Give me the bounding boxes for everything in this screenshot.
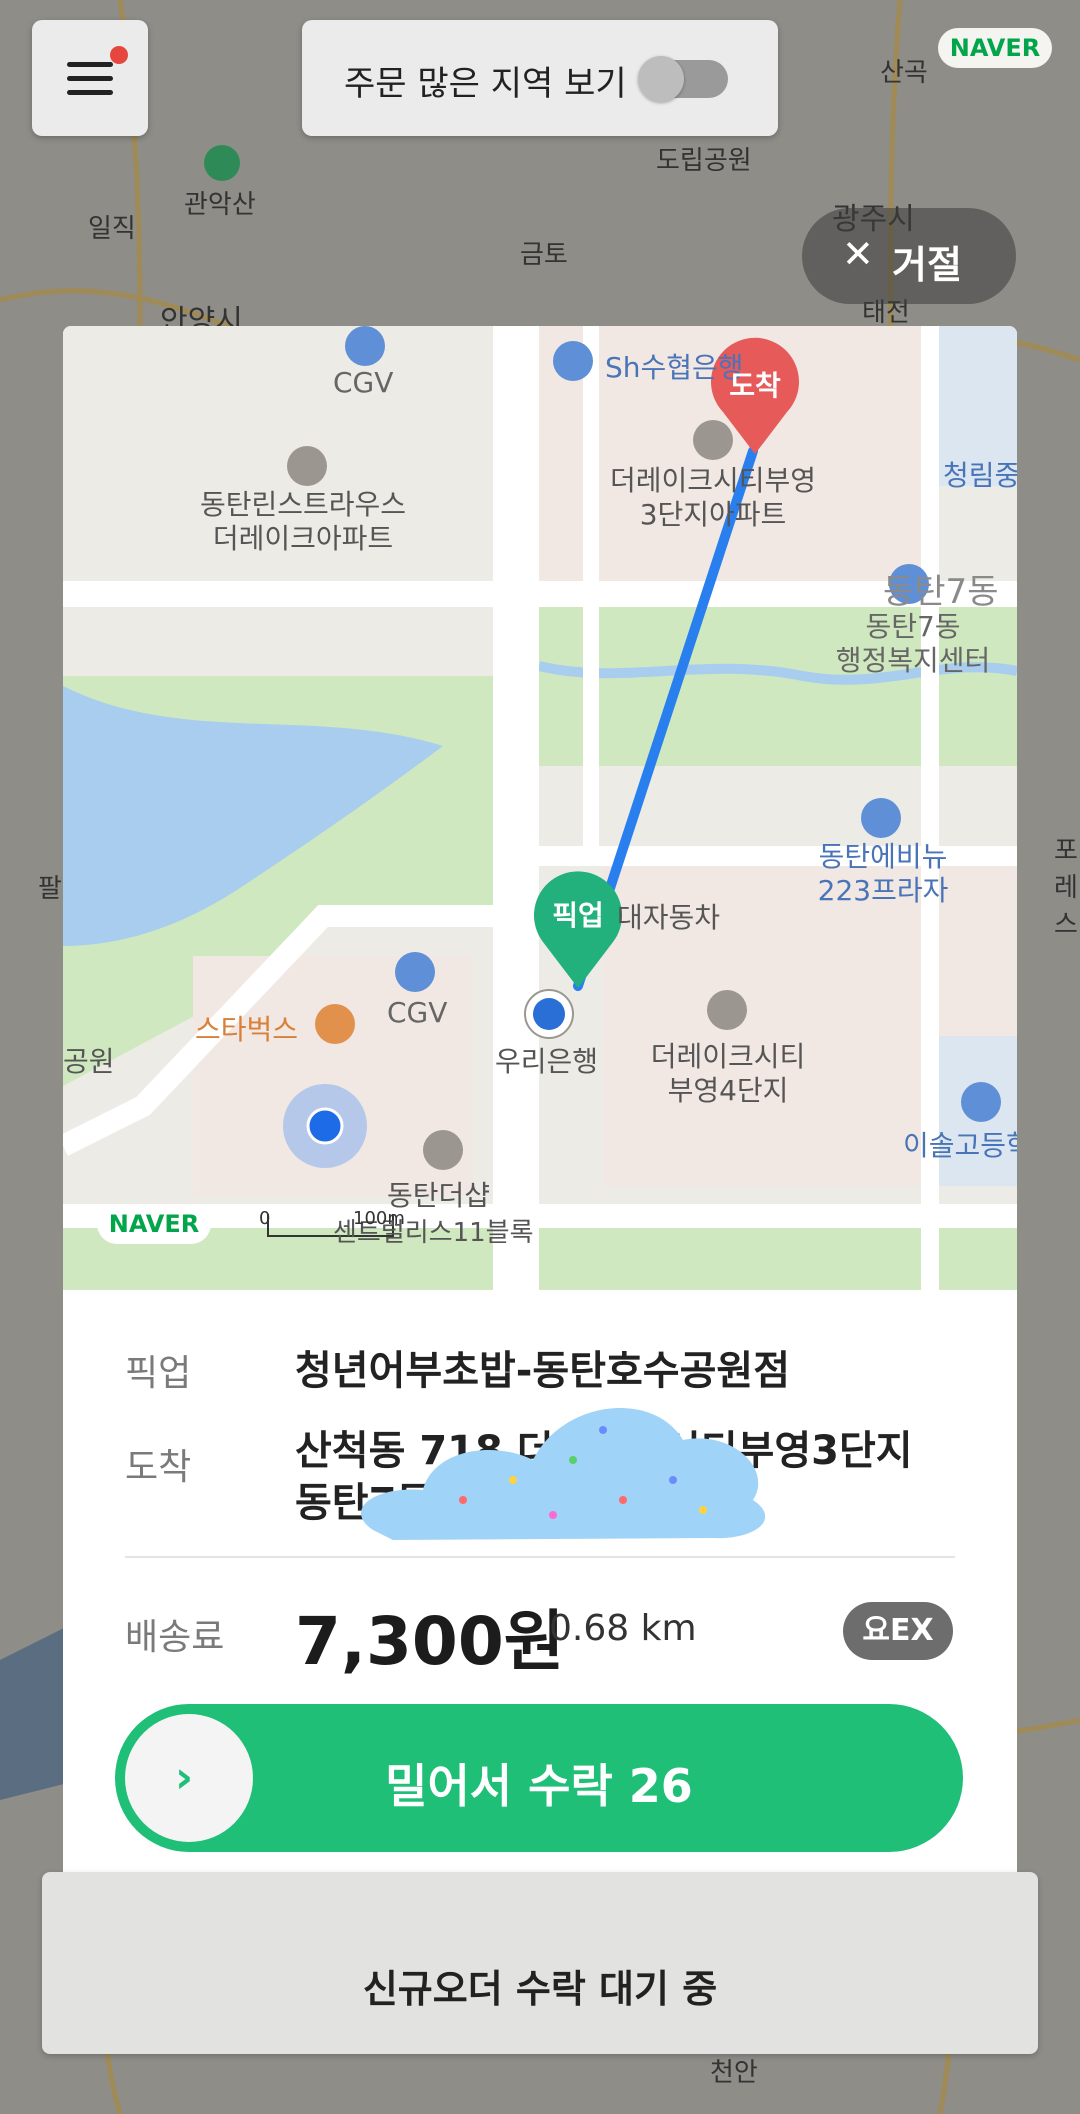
poi-cgv-top[interactable]: CGV — [333, 366, 393, 399]
waiting-status-label: 신규오더 수락 대기 중 — [362, 1967, 718, 2011]
menu-button[interactable] — [32, 20, 148, 136]
details-divider — [125, 1556, 955, 1558]
map-label-gwanaksan: 관악산 — [184, 190, 256, 220]
scale-zero: 0 — [259, 1208, 271, 1229]
poi-school[interactable]: 이솔고등학 — [903, 1124, 1017, 1164]
reject-button[interactable]: ✕ 거절 — [802, 208, 1016, 304]
poi-avenue[interactable]: 동탄에비뉴 223프라자 — [783, 840, 983, 908]
naver-logo: NAVER — [938, 28, 1052, 68]
poi-cheongnim[interactable]: 청림중 — [943, 454, 1017, 494]
route-map-canvas — [63, 326, 1017, 1290]
scale-label: 100m — [353, 1208, 405, 1229]
notification-dot — [110, 46, 128, 64]
poi-woori-bank[interactable]: 우리은행 — [495, 1040, 598, 1080]
poi-apt-3[interactable]: 더레이크시티부영 3단지아파트 — [593, 464, 833, 532]
switch-knob — [638, 56, 684, 102]
poi-apt-4[interactable]: 더레이크시티 부영4단지 — [633, 1040, 823, 1108]
distance-value: 0.68 km — [549, 1608, 697, 1649]
busy-area-label: 주문 많은 지역 보기 — [344, 64, 627, 104]
map-label-geumto: 금토 — [520, 240, 568, 270]
map-label-pal: 팔 — [38, 874, 62, 904]
pickup-value: 청년어부초밥-동탄호수공원점 — [295, 1348, 791, 1394]
poi-cgv-bottom[interactable]: CGV — [387, 996, 447, 1029]
close-icon: ✕ — [842, 232, 874, 276]
accept-slider[interactable]: › 밀어서 수락 26 — [115, 1704, 963, 1852]
pickup-label: 픽업 — [125, 1353, 192, 1394]
pickup-pin[interactable]: 픽업 — [534, 894, 622, 934]
dropoff-label: 도착 — [125, 1447, 192, 1488]
fee-value: 7,300원 — [295, 1603, 565, 1680]
area-dongtan7: 동탄7동 — [883, 572, 999, 612]
map-label-cheonan: 천안 — [710, 2058, 758, 2088]
reject-label: 거절 — [892, 243, 962, 287]
privacy-blur-cloud — [361, 1408, 765, 1540]
map-naver-logo: NAVER — [97, 1204, 211, 1244]
fee-label: 배송료 — [125, 1617, 225, 1658]
poi-apt-lake[interactable]: 동탄린스트라우스 더레이크아파트 — [193, 488, 413, 556]
map-label-iljik: 일직 — [88, 214, 136, 244]
waiting-status-bar: 신규오더 수락 대기 중 — [42, 1872, 1038, 2054]
poi-dongtan7-center[interactable]: 동탄7동 행정복지센터 — [813, 610, 1013, 678]
accept-slider-label: 밀어서 수락 26 — [385, 1759, 693, 1813]
route-map[interactable]: CGV Sh수협은행 동탄린스트라우스 더레이크아파트 더레이크시티부영 3단지… — [63, 326, 1017, 1290]
busy-area-switch[interactable] — [638, 56, 728, 102]
dropoff-pin[interactable]: 도착 — [711, 364, 799, 404]
poi-car-dealer[interactable]: 대자동차 — [617, 896, 720, 936]
map-label-forest: 포레스 — [1054, 836, 1078, 940]
map-label-park-top: 도립공원 — [656, 146, 752, 176]
order-card: CGV Sh수협은행 동탄린스트라우스 더레이크아파트 더레이크시티부영 3단지… — [63, 326, 1017, 1904]
map-label-sangok: 산곡 — [880, 58, 928, 88]
payment-badge: 요EX — [843, 1602, 953, 1660]
poi-starbucks[interactable]: 스타벅스 — [195, 1008, 298, 1048]
busy-area-toggle[interactable]: 주문 많은 지역 보기 — [302, 20, 778, 136]
poi-park[interactable]: 공원 — [63, 1040, 115, 1080]
hamburger-icon — [67, 62, 113, 67]
